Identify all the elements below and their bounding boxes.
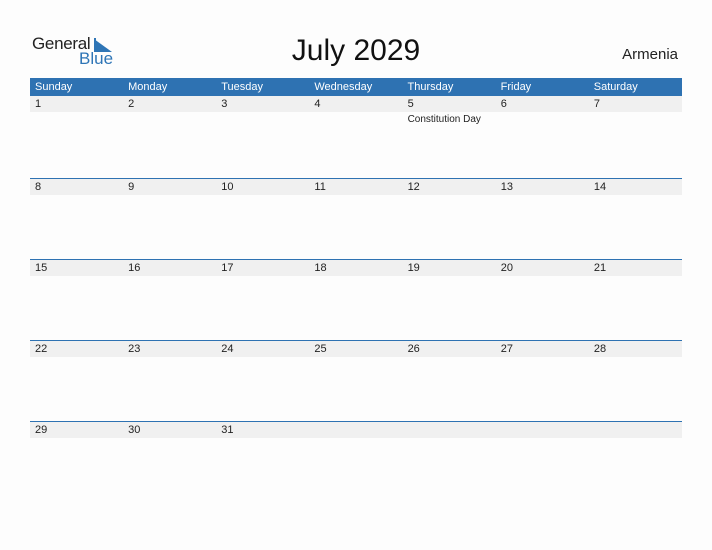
weekday-header: Sunday Monday Tuesday Wednesday Thursday… [30, 78, 682, 96]
day-cell: 30 [123, 422, 216, 503]
day-number: 20 [500, 262, 513, 274]
day-number: 29 [35, 424, 48, 436]
day-number: 9 [128, 181, 135, 193]
day-number: 16 [128, 262, 141, 274]
day-number: 25 [314, 343, 327, 355]
day-cell: 3 [216, 96, 309, 177]
country-label: Armenia [622, 46, 678, 63]
day-cell: 13 [496, 179, 589, 260]
day-number: 22 [35, 343, 48, 355]
day-cell: 31 [216, 422, 309, 503]
day-cell: 11 [309, 179, 402, 260]
day-number: 23 [128, 343, 141, 355]
day-cell: 26 [403, 341, 496, 422]
week-row: 22 23 24 25 26 27 28 [30, 340, 682, 422]
day-number: 14 [593, 181, 607, 193]
day-cell: 9 [123, 179, 216, 260]
day-number: 28 [593, 343, 607, 355]
day-cell: 15 [30, 260, 123, 341]
day-number: 12 [407, 181, 420, 193]
week-row: 1 2 3 4 5 Constitution Day 6 7 [30, 96, 682, 177]
day-cell [309, 422, 402, 503]
day-number: 31 [221, 424, 234, 436]
day-number: 26 [407, 343, 420, 355]
day-number: 2 [128, 98, 135, 110]
day-cell: 17 [216, 260, 309, 341]
day-number: 7 [593, 98, 600, 110]
day-cell: 7 [589, 96, 682, 177]
calendar-title: July 2029 [291, 34, 421, 67]
day-cell: 28 [589, 341, 682, 422]
day-cell: 2 [123, 96, 216, 177]
day-cell: 14 [589, 179, 682, 260]
day-cell: 12 [403, 179, 496, 260]
day-number: 30 [128, 424, 141, 436]
day-cell: 25 [309, 341, 402, 422]
week-row: 8 9 10 11 12 13 14 [30, 178, 682, 260]
weekday-tuesday: Tuesday [221, 81, 264, 93]
day-cell: 22 [30, 341, 123, 422]
weekday-saturday: Saturday [593, 81, 638, 93]
day-cell: 19 [403, 260, 496, 341]
day-cell [496, 422, 589, 503]
day-number: 21 [593, 262, 607, 274]
day-cell: 21 [589, 260, 682, 341]
day-number: 24 [221, 343, 234, 355]
day-number: 15 [35, 262, 48, 274]
day-number: 10 [221, 181, 234, 193]
day-number: 19 [407, 262, 420, 274]
day-number: 4 [314, 98, 321, 110]
day-number: 3 [221, 98, 228, 110]
day-number: 18 [314, 262, 327, 274]
day-number: 11 [314, 181, 326, 193]
day-cell: 23 [123, 341, 216, 422]
day-number: 13 [500, 181, 513, 193]
day-cell: 20 [496, 260, 589, 341]
holiday-label: Constitution Day [407, 114, 481, 125]
week-row: 29 30 31 [30, 421, 682, 503]
day-cell: 18 [309, 260, 402, 341]
day-cell: 6 [496, 96, 589, 177]
day-cell: 24 [216, 341, 309, 422]
day-cell: 29 [30, 422, 123, 503]
day-cell: 5 Constitution Day [403, 96, 496, 177]
weekday-friday: Friday [500, 81, 532, 93]
day-cell: 1 [30, 96, 123, 177]
day-cell [403, 422, 496, 503]
weekday-sunday: Sunday [35, 81, 73, 93]
week-row: 15 16 17 18 19 20 21 [30, 259, 682, 341]
day-number: 27 [500, 343, 513, 355]
day-cell: 27 [496, 341, 589, 422]
weekday-wednesday: Wednesday [314, 81, 373, 93]
day-number: 8 [35, 181, 42, 193]
day-cell [589, 422, 682, 503]
day-cell: 4 [309, 96, 402, 177]
day-cell: 10 [216, 179, 309, 260]
day-number: 6 [500, 98, 507, 110]
day-cell: 16 [123, 260, 216, 341]
day-number: 1 [35, 98, 42, 110]
day-number: 5 [407, 98, 414, 110]
weekday-monday: Monday [128, 81, 168, 93]
weekday-thursday: Thursday [407, 81, 454, 93]
day-number: 17 [221, 262, 234, 274]
day-cell: 8 [30, 179, 123, 260]
